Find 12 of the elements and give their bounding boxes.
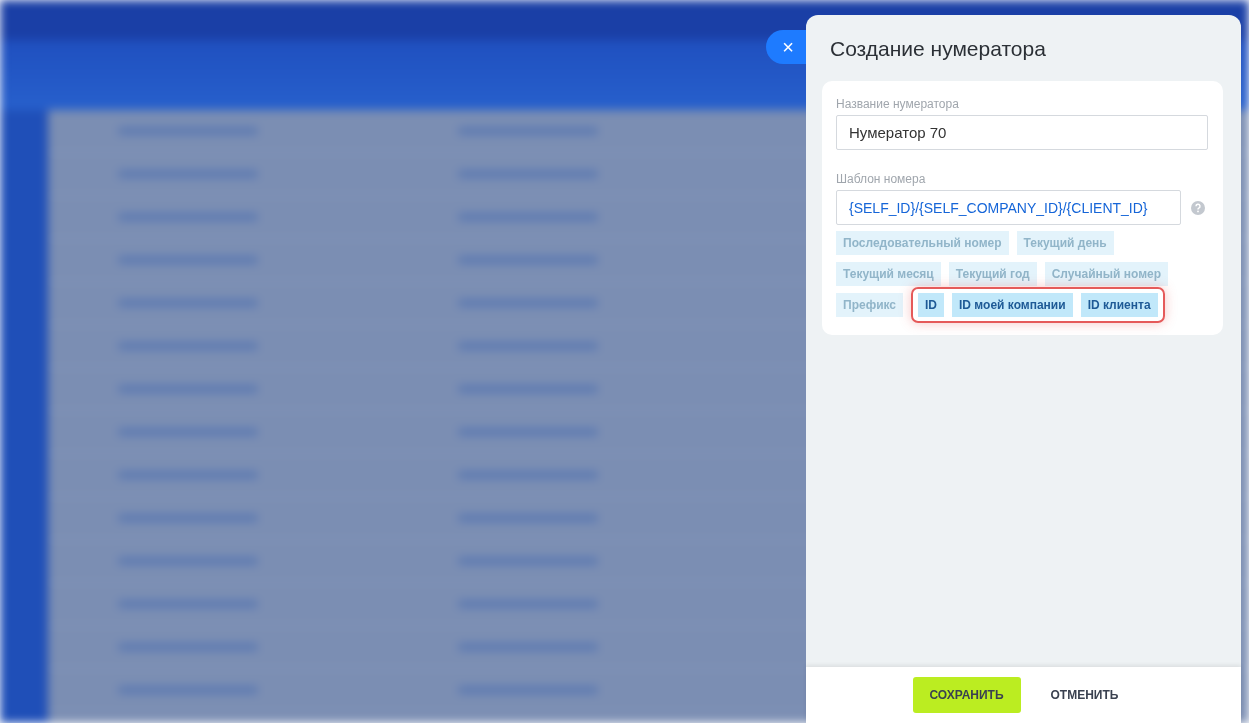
input-field[interactable]: Нумератор 70: [836, 115, 1208, 150]
variable-tag[interactable]: ID моей компании: [952, 293, 1073, 317]
field-label: Название нумератора: [836, 97, 960, 111]
input-field[interactable]: {SELF_ID}/{SELF_COMPANY_ID}/{CLIENT_ID}: [836, 190, 1181, 225]
close-button[interactable]: ×: [766, 30, 806, 64]
variable-tag[interactable]: ID: [918, 293, 945, 317]
save-button[interactable]: СОХРАНИТЬ: [912, 677, 1021, 713]
panel-title: Создание нумератора: [829, 36, 1047, 62]
help-icon[interactable]: [1191, 200, 1205, 215]
field-label: Шаблон номера: [836, 172, 927, 186]
variable-tag[interactable]: ID клиента: [1080, 293, 1158, 317]
cancel-button[interactable]: ОТМЕНИТЬ: [1034, 677, 1135, 713]
